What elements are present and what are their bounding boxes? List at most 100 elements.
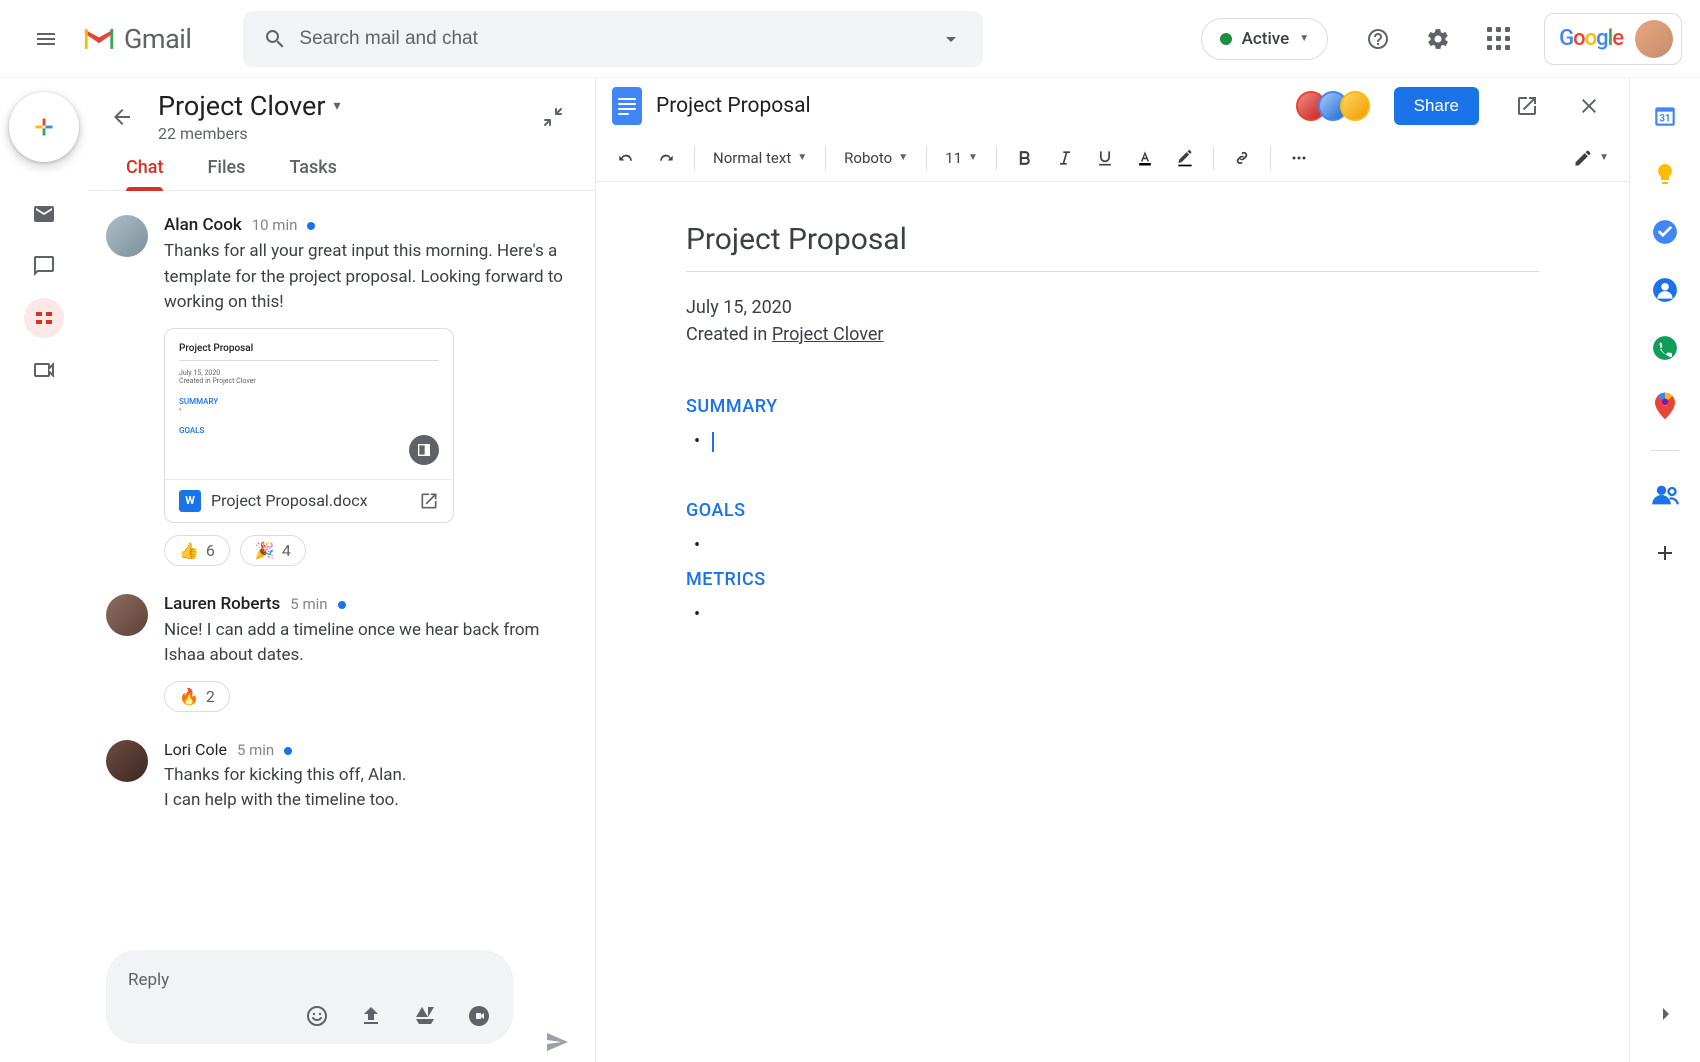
attachment-card[interactable]: Project Proposal July 15, 2020 Created i…: [164, 328, 454, 523]
sender-avatar[interactable]: [106, 215, 148, 257]
upload-button[interactable]: [353, 998, 389, 1034]
paragraph-style-dropdown[interactable]: Normal text▼: [705, 143, 815, 173]
sender-name: Alan Cook: [164, 215, 242, 235]
account-switcher[interactable]: Google: [1544, 13, 1682, 65]
room-title[interactable]: Project Clover▾: [158, 90, 517, 122]
more-toolbar-button[interactable]: [1281, 142, 1317, 174]
nav-chat[interactable]: [24, 246, 64, 286]
cloud-search-addon[interactable]: [1651, 481, 1679, 509]
get-addons-button[interactable]: [1653, 539, 1677, 572]
undo-icon: [616, 148, 636, 168]
rooms-icon: [32, 306, 56, 330]
reaction-chip[interactable]: 🎉4: [240, 535, 306, 566]
contacts-addon[interactable]: [1651, 276, 1679, 304]
voice-addon[interactable]: [1651, 334, 1679, 362]
collapse-button[interactable]: [531, 95, 575, 139]
google-apps-button[interactable]: [1474, 15, 1522, 63]
text-cursor-icon: [712, 432, 714, 452]
room-header: Project Clover▾ 22 members: [88, 78, 595, 143]
undo-button[interactable]: [608, 142, 644, 174]
mail-icon: [32, 202, 56, 226]
reaction-chip[interactable]: 👍6: [164, 535, 230, 566]
doc-pane: Project Proposal Share Normal text▼ Robo…: [596, 78, 1630, 1062]
open-side-panel-icon[interactable]: [409, 435, 439, 465]
room-tabs: Chat Files Tasks: [88, 143, 595, 191]
reply-placeholder: Reply: [128, 960, 497, 994]
message-time: 10 min: [252, 216, 298, 234]
emoji-button[interactable]: [299, 998, 335, 1034]
open-external-icon: [1515, 94, 1539, 118]
insert-link-button[interactable]: [1224, 142, 1260, 174]
tasks-addon[interactable]: [1651, 218, 1679, 246]
sender-avatar[interactable]: [106, 740, 148, 782]
text-color-button[interactable]: [1127, 142, 1163, 174]
italic-icon: [1055, 148, 1075, 168]
italic-button[interactable]: [1047, 142, 1083, 174]
keep-addon[interactable]: [1651, 160, 1679, 188]
main-menu-button[interactable]: [22, 15, 70, 63]
share-button[interactable]: Share: [1394, 87, 1479, 125]
compose-button[interactable]: [9, 92, 79, 162]
nav-meet[interactable]: [24, 350, 64, 390]
drive-button[interactable]: [407, 998, 443, 1034]
unread-dot-icon: [284, 747, 292, 755]
close-icon: [1577, 94, 1601, 118]
search-box[interactable]: [243, 11, 983, 67]
chat-pane: Project Clover▾ 22 members Chat Files Ta…: [88, 78, 596, 1062]
tab-chat[interactable]: Chat: [126, 157, 163, 190]
sender-name: Lori Cole: [164, 740, 227, 759]
back-button[interactable]: [100, 95, 144, 139]
nav-rooms[interactable]: [24, 298, 64, 338]
search-icon[interactable]: [251, 15, 299, 63]
meet-icon: [32, 358, 56, 382]
settings-button[interactable]: [1414, 15, 1462, 63]
support-button[interactable]: [1354, 15, 1402, 63]
hide-side-panel-button[interactable]: [1641, 990, 1689, 1038]
close-doc-button[interactable]: [1565, 82, 1613, 130]
message-text: Nice! I can add a timeline once we hear …: [164, 618, 577, 669]
calendar-addon[interactable]: 31: [1651, 102, 1679, 130]
profile-avatar: [1635, 20, 1673, 58]
send-button[interactable]: [537, 1022, 577, 1062]
doc-content[interactable]: Project Proposal July 15, 2020 Created i…: [596, 182, 1629, 1062]
open-external-icon[interactable]: [419, 491, 439, 511]
redo-icon: [656, 148, 676, 168]
search-options-icon[interactable]: [927, 15, 975, 63]
open-new-tab-button[interactable]: [1503, 82, 1551, 130]
redo-button[interactable]: [648, 142, 684, 174]
gmail-icon: [82, 25, 116, 53]
chevron-down-icon: ▾: [333, 98, 340, 114]
nav-mail[interactable]: [24, 194, 64, 234]
presence-status-chip[interactable]: Active ▼: [1201, 18, 1328, 60]
collaborator-avatars[interactable]: [1304, 91, 1370, 121]
maps-addon[interactable]: [1651, 392, 1679, 420]
contacts-icon: [1652, 277, 1678, 303]
doc-title[interactable]: Project Proposal: [656, 94, 1290, 118]
message-time: 5 min: [237, 741, 274, 759]
reply-composer[interactable]: Reply: [106, 950, 513, 1044]
emoji-icon: [305, 1004, 329, 1028]
doc-room-link[interactable]: Project Clover: [772, 324, 884, 345]
bold-button[interactable]: [1007, 142, 1043, 174]
editing-mode-dropdown[interactable]: ▼: [1565, 142, 1617, 174]
gmail-wordmark: Gmail: [124, 23, 191, 55]
highlight-button[interactable]: [1167, 142, 1203, 174]
room-member-count[interactable]: 22 members: [158, 124, 517, 143]
font-family-dropdown[interactable]: Roboto▼: [836, 143, 916, 173]
doc-heading: Project Proposal: [686, 222, 1539, 272]
reaction-chip[interactable]: 🔥2: [164, 681, 230, 712]
tab-files[interactable]: Files: [207, 157, 245, 190]
font-size-dropdown[interactable]: 11▼: [937, 143, 986, 173]
sender-avatar[interactable]: [106, 594, 148, 636]
underline-button[interactable]: [1087, 142, 1123, 174]
bold-icon: [1015, 148, 1035, 168]
message-time: 5 min: [290, 595, 327, 613]
google-logo: Google: [1559, 26, 1623, 51]
gmail-logo[interactable]: Gmail: [82, 23, 191, 55]
collaborator-avatar: [1340, 91, 1370, 121]
link-icon: [1232, 148, 1252, 168]
search-input[interactable]: [299, 28, 927, 50]
tab-tasks[interactable]: Tasks: [289, 157, 336, 190]
meet-attach-button[interactable]: [461, 998, 497, 1034]
attachment-preview: Project Proposal July 15, 2020 Created i…: [165, 329, 453, 479]
